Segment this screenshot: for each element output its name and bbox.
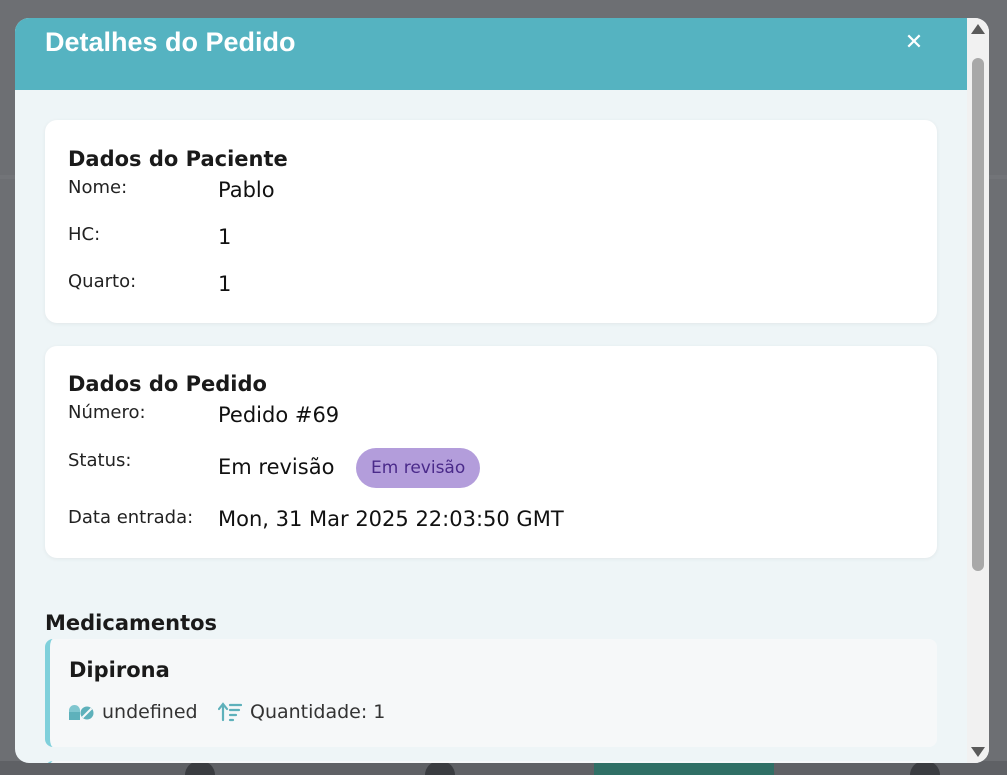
order-date-value: Mon, 31 Mar 2025 22:03:50 GMT bbox=[218, 507, 564, 531]
medication-type: undefined bbox=[68, 701, 198, 723]
order-number-value: Pedido #69 bbox=[218, 403, 340, 427]
backdrop-green-button bbox=[594, 761, 774, 775]
order-date-label: Data entrada: bbox=[68, 507, 194, 528]
patient-room-label: Quarto: bbox=[68, 271, 137, 292]
medication-quantity-text: Quantidade: 1 bbox=[250, 701, 386, 723]
backdrop-page-footer bbox=[0, 761, 1007, 775]
status-badge: Em revisão bbox=[356, 448, 481, 488]
modal-title: Detalhes do Pedido bbox=[45, 27, 296, 57]
close-icon: ✕ bbox=[904, 30, 924, 55]
pills-icon bbox=[69, 705, 94, 720]
medication-item-next bbox=[45, 761, 937, 763]
patient-name-value: Pablo bbox=[218, 178, 275, 202]
patient-card: Dados do Paciente Nome: Pablo HC: 1 Quar… bbox=[45, 120, 937, 323]
modal-body: Dados do Paciente Nome: Pablo HC: 1 Quar… bbox=[15, 90, 967, 763]
scroll-thumb[interactable] bbox=[972, 58, 984, 571]
order-card: Dados do Pedido Número: Pedido #69 Statu… bbox=[45, 346, 937, 558]
scroll-down-arrow-icon[interactable] bbox=[971, 747, 985, 757]
modal-header: Detalhes do Pedido ✕ bbox=[15, 18, 967, 90]
patient-hc-label: HC: bbox=[68, 224, 101, 245]
medication-item: Dipirona undefined Quantidade: 1 bbox=[45, 639, 937, 747]
order-status-label: Status: bbox=[68, 450, 132, 471]
scroll-up-arrow-icon[interactable] bbox=[971, 24, 985, 34]
sort-amount-icon bbox=[218, 702, 242, 722]
medication-type-text: undefined bbox=[102, 701, 198, 723]
modal-scrollbar[interactable] bbox=[967, 18, 989, 763]
order-section-title: Dados do Pedido bbox=[68, 372, 267, 396]
patient-hc-value: 1 bbox=[218, 225, 232, 249]
patient-name-label: Nome: bbox=[68, 177, 128, 198]
order-number-label: Número: bbox=[68, 402, 146, 423]
order-details-modal: Detalhes do Pedido ✕ Dados do Paciente N… bbox=[15, 18, 989, 763]
medication-quantity: Quantidade: 1 bbox=[218, 701, 385, 723]
patient-room-value: 1 bbox=[218, 272, 232, 296]
patient-section-title: Dados do Paciente bbox=[68, 147, 288, 171]
medication-name: Dipirona bbox=[69, 658, 170, 682]
order-status-value: Em revisão bbox=[218, 455, 335, 479]
close-button[interactable]: ✕ bbox=[899, 28, 929, 58]
medications-section-title: Medicamentos bbox=[45, 611, 218, 635]
